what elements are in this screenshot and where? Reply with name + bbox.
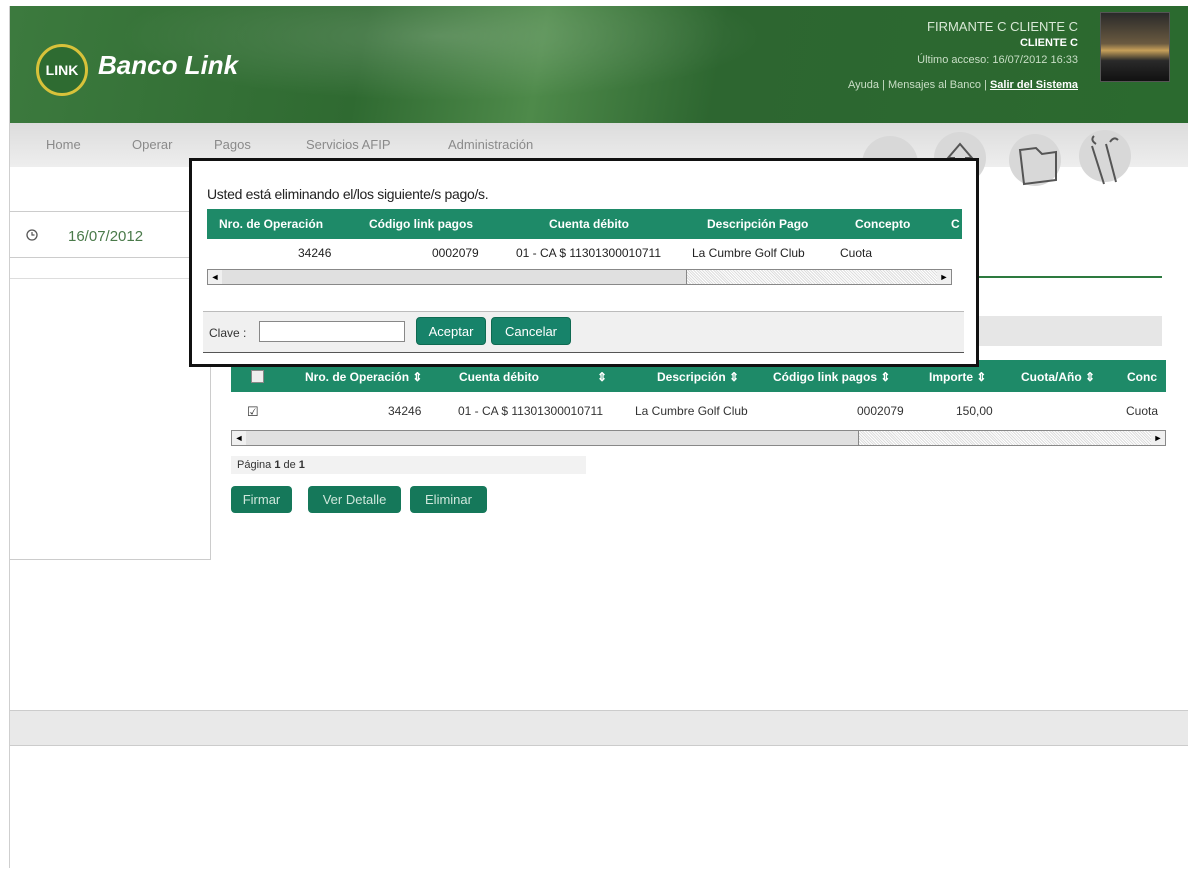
date-panel: 16/07/2012 xyxy=(10,211,210,258)
row-concepto: Cuota xyxy=(1126,404,1159,418)
row-cuenta: 01 - CA $ 11301300010711 xyxy=(458,404,604,418)
page: LINK Banco Link FIRMANTE C CLIENTE C CLI… xyxy=(9,6,1188,868)
filter-bar xyxy=(970,316,1162,346)
row-codigo: 0002079 xyxy=(857,404,904,418)
clock-icon xyxy=(26,228,38,244)
dialog-scroll-left-arrow[interactable]: ◄ xyxy=(208,270,222,284)
pager: Página 1 de 1 xyxy=(231,456,586,474)
cancelar-button[interactable]: Cancelar xyxy=(491,317,571,345)
section-divider xyxy=(970,276,1162,278)
header: LINK Banco Link FIRMANTE C CLIENTE C CLI… xyxy=(10,6,1188,123)
dialog-col-codigo: Código link pagos xyxy=(369,217,473,231)
logo-text: LINK xyxy=(45,62,79,78)
dialog-table-header: Nro. de Operación Código link pagos Cuen… xyxy=(207,209,962,239)
nav-item-pagos[interactable]: Pagos xyxy=(214,137,251,152)
dialog-scrollbar-track[interactable] xyxy=(687,270,937,284)
col-codigo-link[interactable]: Código link pagos ⇕ xyxy=(773,370,890,384)
dialog-horizontal-scrollbar[interactable]: ◄ ► xyxy=(207,269,952,285)
avatar xyxy=(1100,12,1170,82)
col-cuota-anio[interactable]: Cuota/Año ⇕ xyxy=(1021,370,1095,384)
dialog-col-concepto: Concepto xyxy=(855,217,911,231)
brand-name: Banco Link xyxy=(98,50,239,80)
dialog-col-nro: Nro. de Operación xyxy=(219,217,324,231)
dialog-form: Clave : Aceptar Cancelar xyxy=(203,311,964,353)
scrollbar-track[interactable] xyxy=(859,431,1151,445)
dialog-row-codigo: 0002079 xyxy=(432,246,479,260)
current-date: 16/07/2012 xyxy=(68,228,144,245)
tools-shortcut-icon[interactable] xyxy=(1079,130,1131,185)
col-importe[interactable]: Importe ⇕ xyxy=(929,370,986,384)
link-separator: | xyxy=(882,79,885,91)
col-nro-operacion[interactable]: Nro. de Operación ⇕ xyxy=(305,370,422,384)
table-horizontal-scrollbar[interactable]: ◄ ► xyxy=(231,430,1166,446)
dialog-title: Usted está eliminando el/los siguiente/s… xyxy=(207,186,489,202)
header-links: Ayuda | Mensajes al Banco | Salir del Si… xyxy=(848,77,1078,94)
aceptar-button[interactable]: Aceptar xyxy=(416,317,486,345)
link-separator: | xyxy=(984,79,987,91)
row-nro: 34246 xyxy=(388,404,422,418)
row-descripcion: La Cumbre Golf Club xyxy=(635,404,748,418)
col-cuenta-debito-sort[interactable]: ⇕ xyxy=(597,370,607,384)
folder-shortcut-icon[interactable] xyxy=(1009,134,1061,186)
scrollbar-thumb[interactable] xyxy=(246,431,859,445)
col-cuenta-debito[interactable]: Cuenta débito xyxy=(459,370,539,384)
dialog-row-cuenta: 01 - CA $ 11301300010711 xyxy=(516,246,662,260)
ver-detalle-button[interactable]: Ver Detalle xyxy=(308,486,401,513)
client-name: CLIENTE C xyxy=(1019,37,1078,49)
last-access: Último acceso: 16/07/2012 16:33 xyxy=(917,54,1078,66)
dialog-col-truncated: C xyxy=(951,217,960,231)
user-block: FIRMANTE C CLIENTE C CLIENTE C Último ac… xyxy=(848,18,1078,94)
user-name: FIRMANTE C CLIENTE C xyxy=(927,19,1078,34)
nav-item-administracion[interactable]: Administración xyxy=(448,137,533,152)
nav-item-home[interactable]: Home xyxy=(46,137,81,152)
col-concepto[interactable]: Conc xyxy=(1127,370,1157,384)
nav-item-servicios-afip[interactable]: Servicios AFIP xyxy=(306,137,391,152)
delete-confirmation-dialog: Usted está eliminando el/los siguiente/s… xyxy=(189,158,979,367)
messages-link[interactable]: Mensajes al Banco xyxy=(888,79,981,91)
col-descripcion[interactable]: Descripción ⇕ xyxy=(657,370,739,384)
select-all-checkbox[interactable] xyxy=(251,370,264,383)
pager-prefix: Página xyxy=(237,459,275,471)
bank-logo[interactable]: LINK xyxy=(36,44,88,96)
dialog-scrollbar-thumb[interactable] xyxy=(222,270,687,284)
eliminar-button[interactable]: Eliminar xyxy=(410,486,487,513)
dialog-row-descripcion: La Cumbre Golf Club xyxy=(692,246,805,260)
left-panel xyxy=(10,278,211,560)
clave-label: Clave : xyxy=(209,326,247,340)
scroll-left-arrow[interactable]: ◄ xyxy=(232,431,246,445)
firmar-button[interactable]: Firmar xyxy=(231,486,292,513)
row-importe: 150,00 xyxy=(956,404,993,418)
pager-total: 1 xyxy=(298,459,305,471)
dialog-col-descripcion: Descripción Pago xyxy=(707,217,809,231)
clave-input[interactable] xyxy=(259,321,405,342)
dialog-col-cuenta: Cuenta débito xyxy=(549,217,629,231)
row-checkbox[interactable]: ☑ xyxy=(247,404,259,420)
dialog-scroll-right-arrow[interactable]: ► xyxy=(937,270,951,284)
logout-link[interactable]: Salir del Sistema xyxy=(990,79,1078,91)
pager-mid: de xyxy=(280,459,299,471)
help-link[interactable]: Ayuda xyxy=(848,79,879,91)
dialog-row-nro: 34246 xyxy=(298,246,332,260)
nav-item-operar[interactable]: Operar xyxy=(132,137,172,152)
scroll-right-arrow[interactable]: ► xyxy=(1151,431,1165,445)
dialog-row-concepto: Cuota xyxy=(840,246,873,260)
footer-bar xyxy=(10,710,1188,746)
